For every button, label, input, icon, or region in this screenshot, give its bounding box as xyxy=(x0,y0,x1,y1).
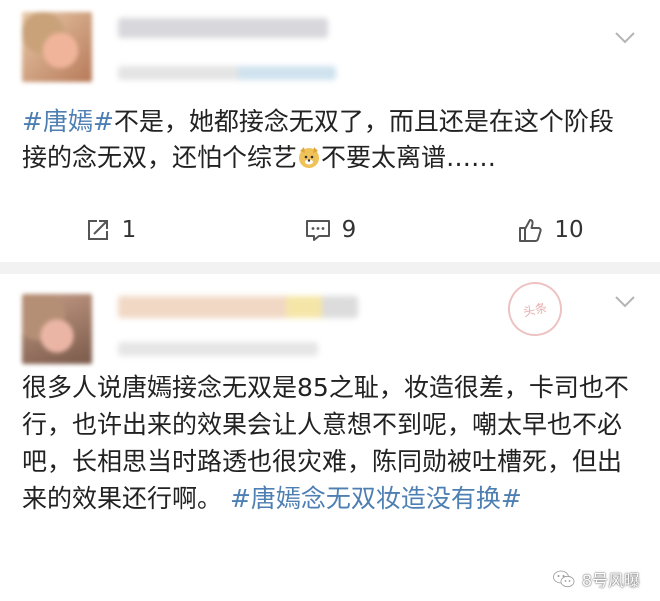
like-count: 10 xyxy=(554,217,584,243)
chevron-down-icon[interactable] xyxy=(612,24,638,50)
blurred-username[interactable] xyxy=(118,18,328,38)
stamp-text: 头条 xyxy=(521,300,549,319)
comment-icon xyxy=(305,220,330,241)
blurred-post-meta xyxy=(118,342,318,356)
hashtag-link[interactable]: #唐嫣# xyxy=(22,107,114,136)
weibo-post-2: 头条 很多人说唐嫣接念无双是85之耻，妆造很差，卡司也不行，也许出来的效果会让人… xyxy=(0,274,660,601)
action-bar: 1 9 10 xyxy=(0,207,660,253)
comment-count: 9 xyxy=(341,217,357,243)
weibo-post-1: #唐嫣#不是，她都接念无双了，而且还是在这个阶段接的念无双，还怕个综艺 不要太离谱… xyxy=(0,0,660,262)
watermark-text: 8号风曝 xyxy=(581,571,640,590)
user-avatar[interactable] xyxy=(22,294,92,364)
repost-button[interactable]: 1 xyxy=(0,207,220,253)
chevron-down-icon[interactable] xyxy=(612,288,638,314)
post-divider xyxy=(0,262,660,274)
toutiao-stamp: 头条 xyxy=(502,276,568,342)
doge-emoji-icon xyxy=(299,147,320,168)
comment-button[interactable]: 9 xyxy=(220,207,440,253)
post-text: 很多人说唐嫣接念无双是85之耻，妆造很差，卡司也不行，也许出来的效果会让人意想不… xyxy=(22,369,638,517)
wechat-icon xyxy=(552,570,575,588)
post-text: #唐嫣#不是，她都接念无双了，而且还是在这个阶段接的念无双，还怕个综艺 不要太离谱… xyxy=(22,104,638,176)
user-avatar[interactable] xyxy=(22,12,92,82)
repost-count: 1 xyxy=(121,217,137,243)
blurred-username[interactable] xyxy=(118,296,358,318)
post-text-part: 不要太离谱…… xyxy=(321,143,497,172)
like-button[interactable]: 10 xyxy=(440,207,660,253)
watermark: 8号风曝 xyxy=(552,567,640,591)
thumbs-up-icon xyxy=(519,219,542,242)
hashtag-link[interactable]: #唐嫣念无双妆造没有换# xyxy=(230,484,522,513)
blurred-post-meta xyxy=(118,66,336,80)
repost-icon xyxy=(87,220,108,240)
